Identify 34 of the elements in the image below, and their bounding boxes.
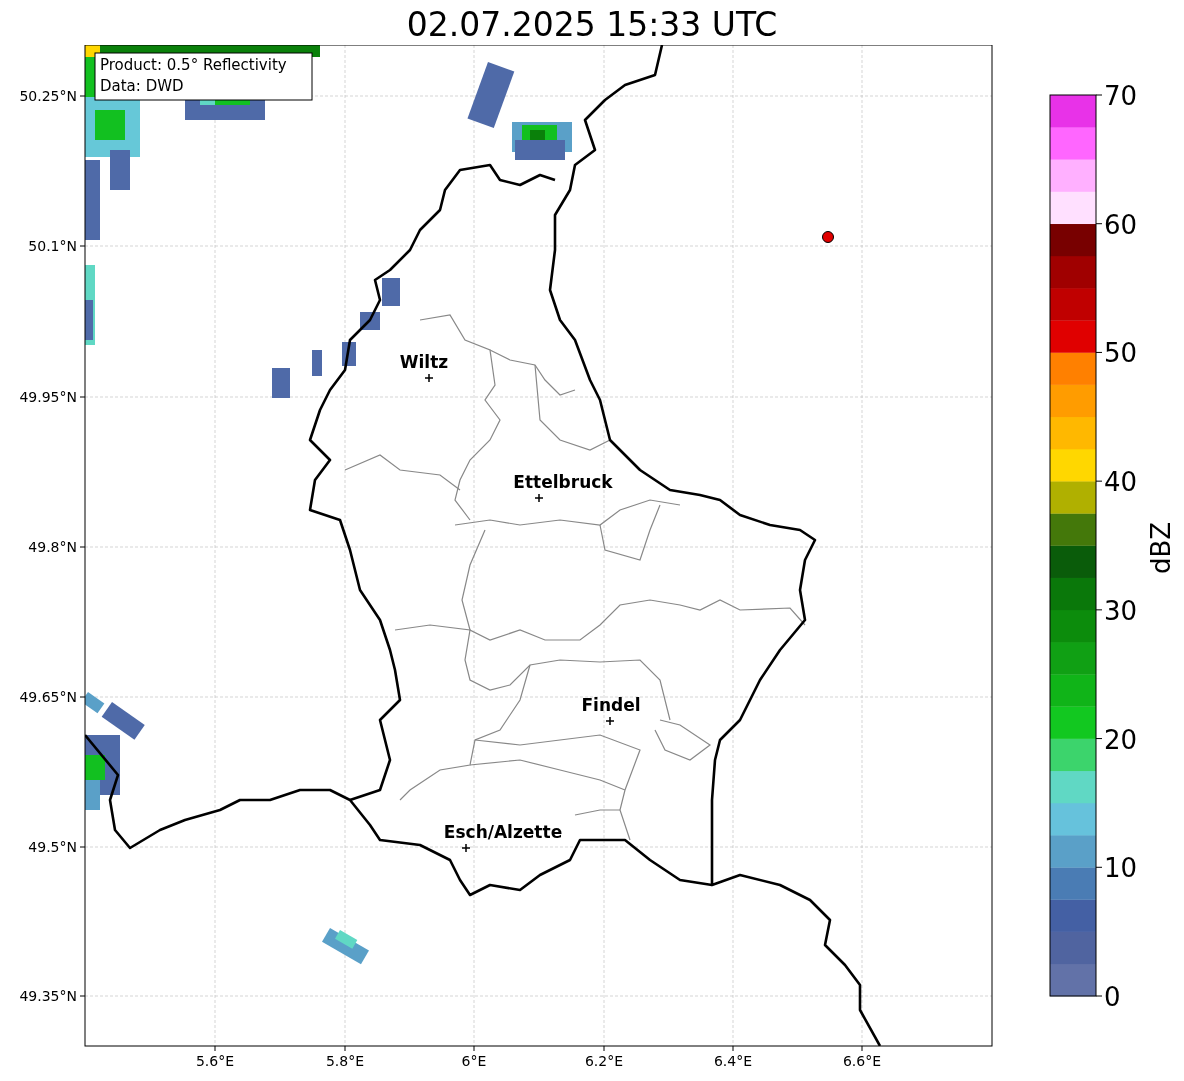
colorbar-tick-label: 70	[1104, 81, 1138, 111]
longitude-label: 5.8°E	[325, 1053, 365, 1069]
city-marker	[424, 373, 434, 383]
longitude-label: 6.6°E	[842, 1053, 882, 1069]
colorbar-label: dBZ	[1146, 521, 1176, 575]
longitude-label: 5.6°E	[195, 1053, 235, 1069]
latitude-label: 49.35°N	[19, 988, 77, 1004]
city-label: Wiltz	[399, 352, 449, 372]
colorbar-tick-label: 60	[1104, 209, 1138, 240]
longitude-label: 6.4°E	[713, 1053, 753, 1069]
latitude-label: 50.1°N	[28, 238, 77, 254]
location-marker	[822, 231, 834, 243]
colorbar-tick-label: 50	[1104, 338, 1138, 369]
colorbar-tick-label: 20	[1104, 724, 1138, 755]
colorbar-tick-label: 10	[1104, 853, 1138, 884]
latitude-label: 50.25°N	[19, 88, 77, 104]
latitude-label: 49.65°N	[19, 689, 77, 705]
longitude-label: 6.2°E	[584, 1053, 624, 1069]
colorbar-tick-label: 30	[1104, 595, 1138, 626]
latitude-label: 49.95°N	[19, 389, 77, 405]
latitude-label: 49.8°N	[28, 539, 77, 555]
info-text: Data: DWD	[100, 77, 184, 95]
colorbar-tick-label: 0	[1104, 982, 1121, 1012]
info-text: Product: 0.5° Reflectivity	[100, 56, 287, 74]
city-label: Esch/Alzette	[443, 822, 563, 842]
city-label: Findel	[581, 695, 641, 715]
city-marker	[605, 716, 615, 726]
city-marker	[461, 843, 471, 853]
latitude-label: 49.5°N	[28, 839, 77, 855]
city-label: Ettelbruck	[513, 472, 613, 492]
city-marker	[534, 493, 544, 503]
colorbar-tick-label: 40	[1104, 467, 1138, 498]
chart-title: 02.07.2025 15:33 UTC	[405, 4, 779, 45]
longitude-label: 6°E	[461, 1053, 487, 1069]
